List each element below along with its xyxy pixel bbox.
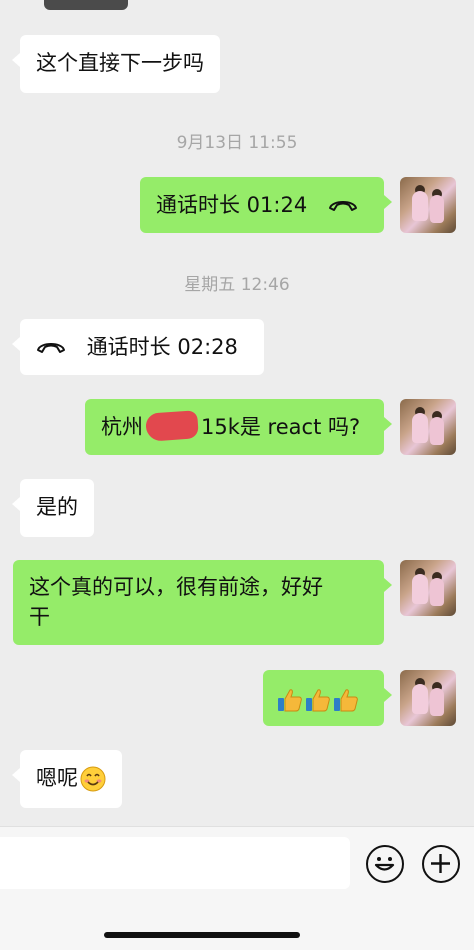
avatar[interactable] — [400, 560, 456, 616]
message-text: 通话时长 02:28 — [86, 335, 238, 359]
previous-message-card — [44, 0, 128, 10]
smiling-face-icon — [80, 766, 106, 792]
message-text: 嗯呢 — [36, 766, 78, 790]
avatar-figure — [430, 688, 444, 716]
avatar-figure — [412, 191, 428, 221]
message-text-start: 杭州 — [101, 415, 143, 439]
message-text-line: 这个真的可以，很有前途，好好 — [29, 575, 323, 599]
message-text-line: 干 — [29, 605, 50, 629]
avatar-figure — [412, 413, 428, 443]
message-text: 是的 — [36, 495, 78, 519]
avatar-figure — [412, 574, 428, 604]
avatar-figure — [412, 684, 428, 714]
message-outgoing[interactable]: 杭州 15k是 react 吗? — [85, 399, 392, 455]
message-incoming[interactable]: 嗯呢 — [12, 750, 122, 808]
message-text: 这个直接下一步吗 — [36, 51, 204, 75]
more-button[interactable] — [422, 845, 460, 883]
thumbs-up-icon — [277, 687, 303, 713]
message-text-end: 15k是 react 吗? — [201, 415, 361, 439]
message-input[interactable] — [0, 837, 350, 889]
message-incoming[interactable]: 这个直接下一步吗 — [12, 35, 220, 93]
timestamp: 星期五 12:46 — [184, 275, 290, 295]
message-text: 通话时长 01:24 — [156, 193, 308, 217]
home-indicator — [104, 932, 300, 938]
phone-hangup-icon — [328, 191, 358, 221]
emoji-button[interactable] — [366, 845, 404, 883]
message-incoming[interactable]: 是的 — [12, 479, 94, 537]
thumbs-up-icon — [333, 687, 359, 713]
avatar[interactable] — [400, 177, 456, 233]
avatar[interactable] — [400, 670, 456, 726]
message-incoming-call[interactable]: 通话时长 02:28 — [12, 319, 264, 375]
message-outgoing-emoji[interactable] — [263, 670, 392, 726]
avatar-figure — [430, 417, 444, 445]
emoji-icon — [374, 857, 395, 871]
avatar[interactable] — [400, 399, 456, 455]
plus-icon — [431, 854, 450, 873]
timestamp: 9月13日 11:55 — [176, 133, 298, 153]
top-strip — [0, 0, 474, 12]
message-outgoing-call[interactable]: 通话时长 01:24 — [140, 177, 392, 233]
redaction-mark — [145, 410, 199, 442]
phone-hangup-icon — [36, 333, 66, 363]
thumbs-up-icon — [305, 687, 331, 713]
message-outgoing[interactable]: 这个真的可以，很有前途，好好 干 — [13, 560, 392, 645]
avatar-figure — [430, 578, 444, 606]
avatar-figure — [430, 195, 444, 223]
